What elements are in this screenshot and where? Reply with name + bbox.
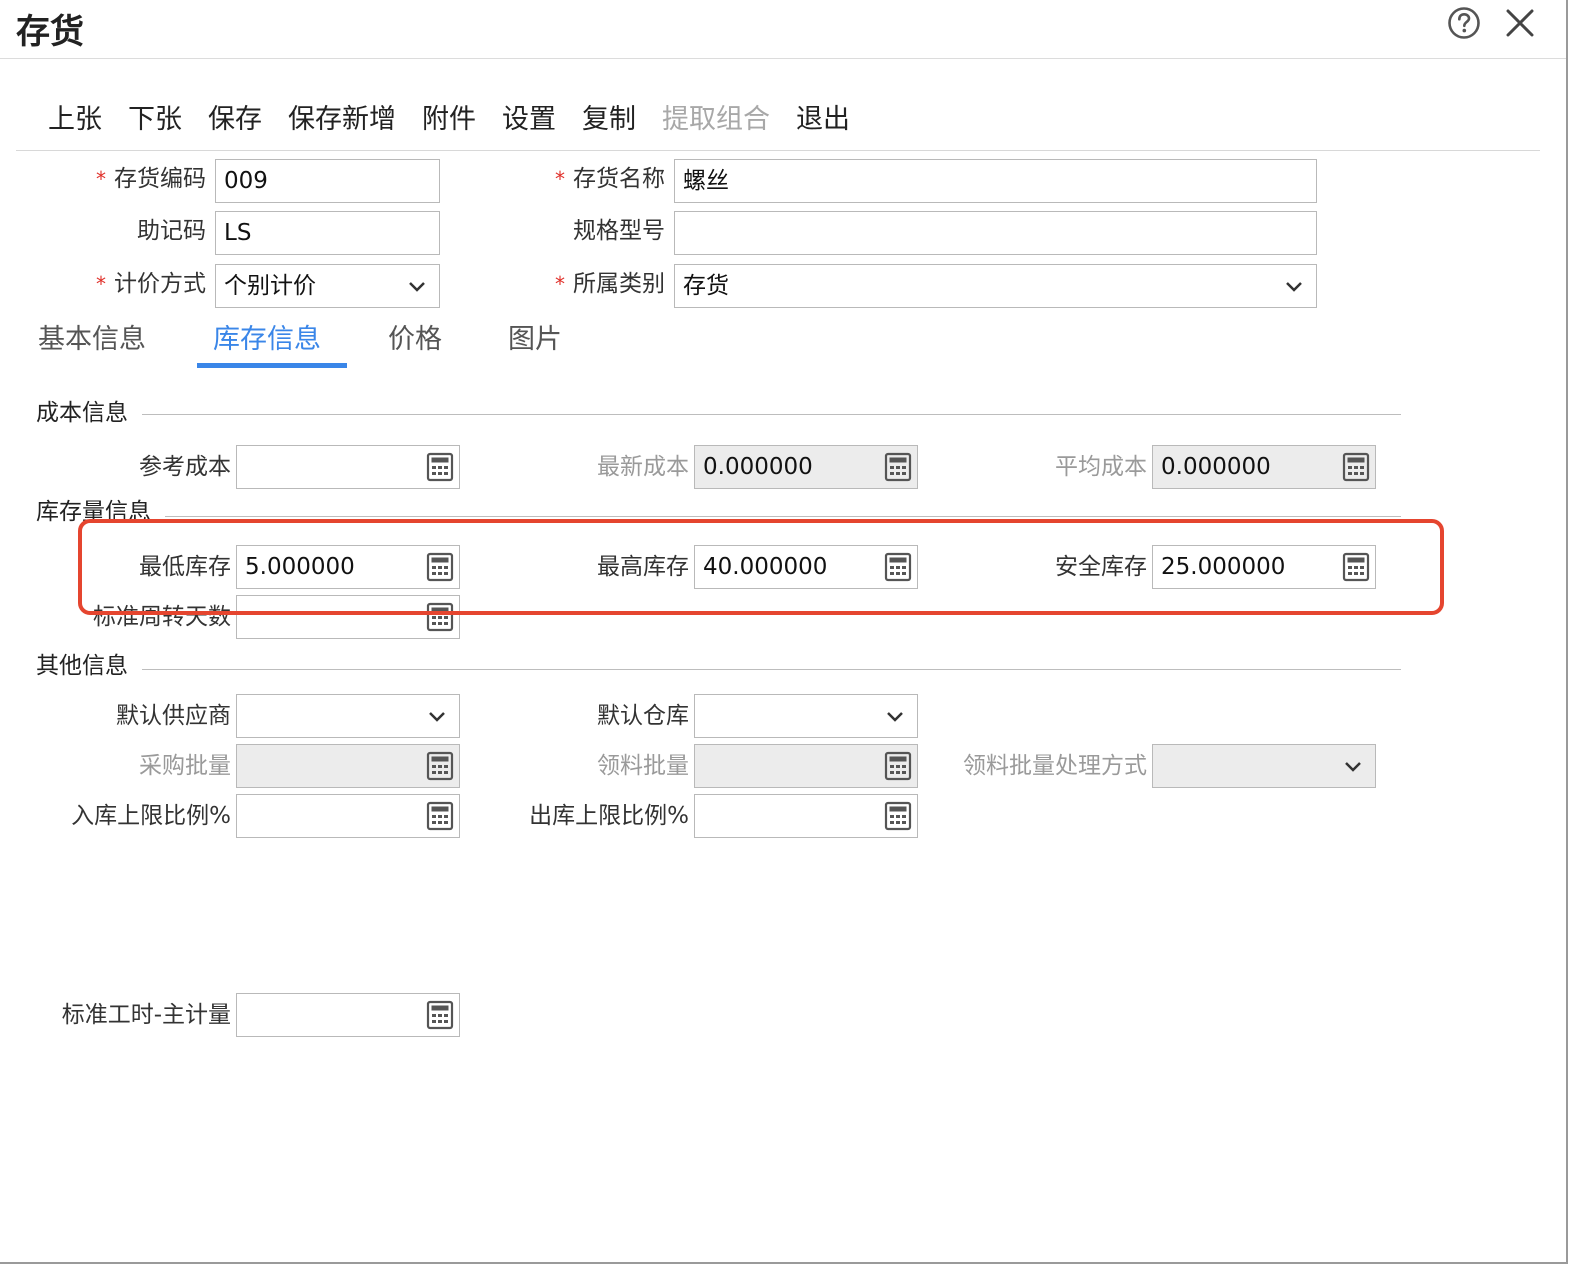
name-label: * 存货名称 [555, 166, 665, 192]
prev-record-button[interactable]: 上张 [48, 100, 102, 140]
other-section-title: 其他信息 [36, 651, 142, 681]
calculator-icon [884, 751, 912, 781]
settings-button[interactable]: 设置 [502, 100, 556, 140]
mnemonic-label: 助记码 [137, 218, 206, 244]
category-label: * 所属类别 [555, 271, 665, 297]
avg-cost-input: 0.000000 [1152, 445, 1376, 489]
mnemonic-input[interactable]: LS [215, 211, 440, 255]
tab-price[interactable]: 价格 [388, 320, 442, 360]
avg-cost-label: 平均成本 [1055, 454, 1147, 480]
ref-cost-input[interactable] [236, 445, 460, 489]
toolbar: 上张 下张 保存 保存新增 附件 设置 复制 提取组合 退出 [48, 100, 876, 140]
std-hours-input[interactable] [236, 993, 460, 1037]
chevron-down-icon [1286, 282, 1302, 292]
stock-section-divider [36, 516, 1401, 517]
inbound-limit-input[interactable] [236, 794, 460, 838]
highlight-annotation [78, 519, 1444, 615]
pricing-select[interactable]: 个别计价 [215, 264, 440, 308]
outbound-limit-label: 出库上限比例% [529, 803, 689, 829]
save-button[interactable]: 保存 [208, 100, 262, 140]
spec-label: 规格型号 [573, 218, 665, 244]
save-and-new-button[interactable]: 保存新增 [288, 100, 396, 140]
calculator-icon[interactable] [425, 452, 455, 482]
calculator-icon [1342, 452, 1370, 482]
close-icon[interactable] [1503, 6, 1537, 40]
attachment-button[interactable]: 附件 [422, 100, 476, 140]
latest-cost-input: 0.000000 [694, 445, 918, 489]
purchase-batch-label: 采购批量 [139, 753, 231, 779]
cost-section-divider [36, 414, 1401, 415]
tab-stock-info[interactable]: 库存信息 [213, 320, 321, 360]
pick-batch-label: 领料批量 [597, 753, 689, 779]
calculator-icon[interactable] [425, 1000, 455, 1030]
question-circle-icon[interactable] [1447, 6, 1481, 40]
pick-batch-method-select [1152, 744, 1376, 788]
calculator-icon[interactable] [425, 801, 455, 831]
latest-cost-label: 最新成本 [597, 454, 689, 480]
std-hours-label: 标准工时-主计量 [61, 1002, 231, 1028]
other-section-divider [36, 669, 1401, 670]
name-input[interactable]: 螺丝 [674, 159, 1317, 203]
inventory-dialog: 存货 上张 下张 保存 保存新增 附件 设置 复制 提取组合 退出 * 存货编码 … [0, 0, 1568, 1264]
chevron-down-icon [887, 712, 903, 722]
supplier-label: 默认供应商 [116, 703, 231, 729]
purchase-batch-input [236, 744, 460, 788]
extract-combination-button[interactable]: 提取组合 [662, 100, 770, 140]
dialog-title: 存货 [16, 12, 84, 52]
category-select[interactable]: 存货 [674, 264, 1317, 308]
copy-button[interactable]: 复制 [582, 100, 636, 140]
code-input[interactable]: 009 [215, 159, 440, 203]
pricing-label: * 计价方式 [96, 271, 206, 297]
cost-section-title: 成本信息 [36, 398, 142, 428]
pick-batch-input [694, 744, 918, 788]
supplier-select[interactable] [236, 694, 460, 738]
active-tab-indicator [197, 363, 347, 368]
chevron-down-icon [1345, 762, 1361, 772]
inbound-limit-label: 入库上限比例% [71, 803, 231, 829]
tab-image[interactable]: 图片 [508, 320, 562, 360]
toolbar-divider [16, 150, 1540, 151]
calculator-icon [884, 452, 912, 482]
warehouse-label: 默认仓库 [597, 703, 689, 729]
outbound-limit-input[interactable] [694, 794, 918, 838]
chevron-down-icon [409, 282, 425, 292]
pick-batch-method-label: 领料批量处理方式 [963, 753, 1147, 779]
calculator-icon [426, 751, 454, 781]
next-record-button[interactable]: 下张 [128, 100, 182, 140]
calculator-icon[interactable] [883, 801, 913, 831]
code-label: * 存货编码 [96, 166, 206, 192]
warehouse-select[interactable] [694, 694, 918, 738]
title-divider [0, 58, 1566, 59]
spec-input[interactable] [674, 211, 1317, 255]
pricing-select-value: 个别计价 [224, 273, 316, 299]
category-select-value: 存货 [683, 273, 729, 299]
ref-cost-label: 参考成本 [139, 454, 231, 480]
chevron-down-icon [429, 712, 445, 722]
tab-basic-info[interactable]: 基本信息 [38, 320, 146, 360]
exit-button[interactable]: 退出 [796, 100, 850, 140]
